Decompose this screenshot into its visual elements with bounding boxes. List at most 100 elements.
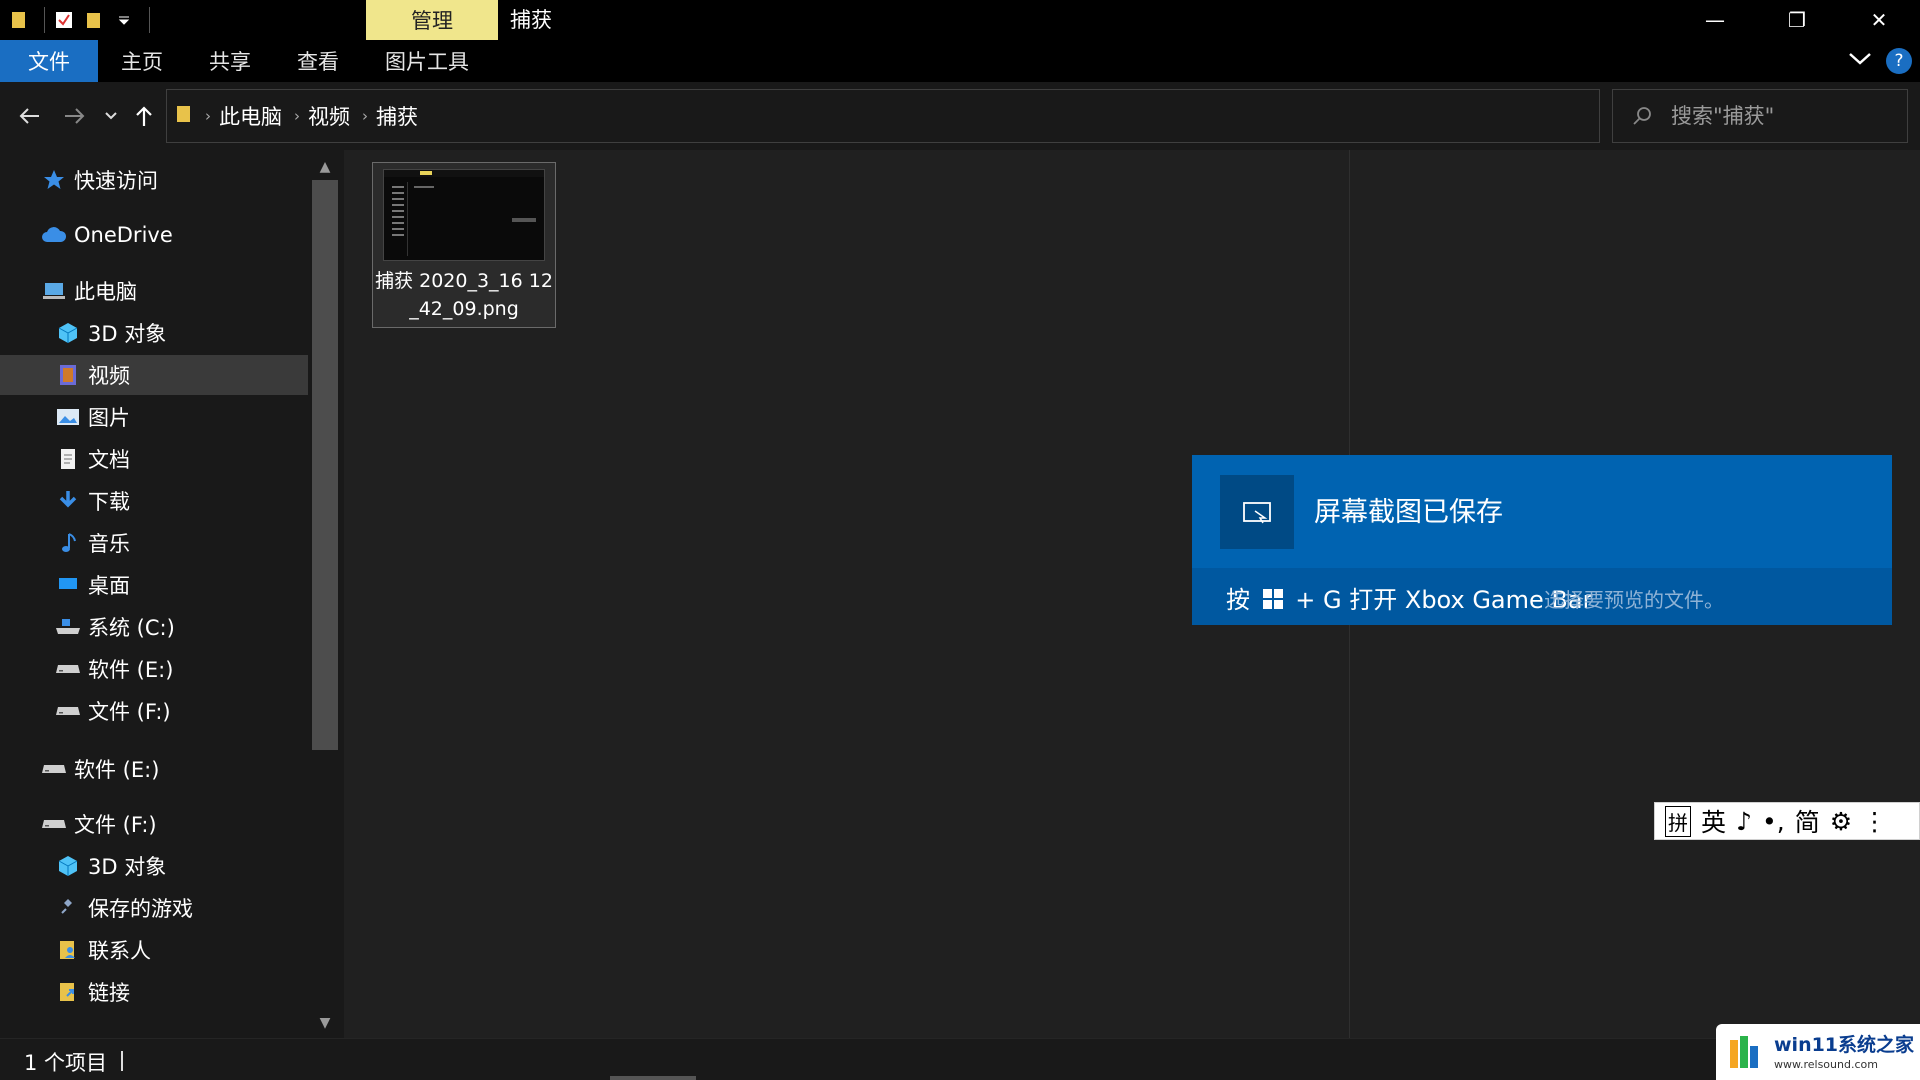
- search-box[interactable]: [1612, 89, 1908, 143]
- breadcrumb-capture[interactable]: 捕获: [376, 101, 418, 131]
- sidebar-item-label: 3D 对象: [88, 855, 167, 879]
- status-bar: 1 个项目: [0, 1038, 1920, 1080]
- sidebar-item[interactable]: 文件 (F:): [0, 804, 308, 844]
- sidebar-item[interactable]: 联系人: [0, 930, 308, 970]
- recent-locations-button[interactable]: [96, 82, 126, 150]
- drive-icon: [54, 697, 82, 725]
- sidebar-item[interactable]: 此电脑: [0, 271, 308, 311]
- ime-settings-icon[interactable]: ⚙: [1830, 807, 1852, 836]
- folder-icon: [175, 103, 193, 129]
- properties-icon[interactable]: [53, 9, 75, 31]
- breadcrumb-separator-icon[interactable]: ›: [294, 107, 300, 125]
- sidebar-item[interactable]: 文件 (F:): [0, 691, 308, 731]
- manage-tab[interactable]: 管理: [366, 0, 498, 40]
- ime-punctuation-button[interactable]: ♪: [1736, 807, 1752, 836]
- sidebar-item-label: 音乐: [88, 532, 130, 556]
- notification-hint: 按 + G 打开 Xbox Game Bar: [1226, 580, 1592, 615]
- nav-scrollbar-thumb[interactable]: [312, 180, 338, 750]
- cloud-icon: [40, 221, 68, 249]
- search-icon: [1613, 105, 1671, 127]
- sidebar-item[interactable]: 音乐: [0, 523, 308, 563]
- tab-file[interactable]: 文件: [0, 40, 98, 82]
- sidebar-item[interactable]: 桌面: [0, 565, 308, 605]
- ime-simplified-button[interactable]: 简: [1795, 803, 1820, 839]
- file-thumbnail: [383, 169, 545, 261]
- tab-share[interactable]: 共享: [186, 40, 274, 82]
- sidebar-item-label: 视频: [88, 364, 130, 388]
- sidebar-item-label: 桌面: [88, 574, 130, 598]
- sidebar-item-label: 3D 对象: [88, 322, 167, 346]
- quick-access-toolbar: [0, 0, 150, 40]
- cube-icon: [54, 319, 82, 347]
- file-item[interactable]: 捕获 2020_3_16 12_42_09.png: [372, 162, 556, 328]
- sidebar-item[interactable]: OneDrive: [0, 215, 308, 255]
- ime-pinyin-button[interactable]: 拼: [1665, 805, 1691, 837]
- music-icon: [54, 529, 82, 557]
- ime-english-button[interactable]: 英: [1701, 803, 1726, 839]
- links-icon: [54, 978, 82, 1006]
- forward-button[interactable]: [56, 82, 92, 150]
- sidebar-item[interactable]: 3D 对象: [0, 313, 308, 353]
- sidebar-item[interactable]: 视频: [0, 355, 308, 395]
- drive-icon: [40, 810, 68, 838]
- download-icon: [54, 487, 82, 515]
- saved-games-icon: [54, 894, 82, 922]
- breadcrumb-videos[interactable]: 视频: [308, 101, 350, 131]
- help-icon[interactable]: ?: [1886, 48, 1912, 74]
- breadcrumb-separator-icon: ›: [205, 107, 211, 125]
- ime-toolbar[interactable]: 拼 英 ♪ •, 简 ⚙ ⋮: [1654, 802, 1920, 840]
- sidebar-item[interactable]: 文档: [0, 439, 308, 479]
- toolbar-divider: [149, 7, 150, 33]
- ime-more-icon[interactable]: ⋮: [1862, 807, 1887, 836]
- sidebar-item[interactable]: 保存的游戏: [0, 888, 308, 928]
- window-controls: — ❐ ✕: [1674, 0, 1920, 40]
- back-button[interactable]: [12, 82, 48, 150]
- sidebar-item-label: 系统 (C:): [88, 616, 175, 640]
- sidebar-item[interactable]: 下载: [0, 481, 308, 521]
- screenshot-saved-notification[interactable]: 屏幕截图已保存 按 + G 打开 Xbox Game Bar 选择要预览的文件。: [1192, 455, 1892, 625]
- sidebar-item[interactable]: 系统 (C:): [0, 607, 308, 647]
- scroll-down-icon[interactable]: ▼: [312, 1010, 338, 1036]
- tab-picture-tools[interactable]: 图片工具: [362, 40, 492, 82]
- toolbar-divider: [44, 7, 45, 33]
- desktop-icon: [54, 571, 82, 599]
- sidebar-item-label: 快速访问: [74, 169, 158, 193]
- sidebar-item[interactable]: 软件 (E:): [0, 749, 308, 789]
- sidebar-item-label: 软件 (E:): [74, 758, 160, 782]
- chevron-down-icon[interactable]: [113, 9, 135, 31]
- sidebar-item-label: 文件 (F:): [88, 700, 171, 724]
- close-button[interactable]: ✕: [1838, 0, 1920, 40]
- sidebar-item[interactable]: 链接: [0, 972, 308, 1012]
- drive-icon: [54, 655, 82, 683]
- pictures-icon: [54, 403, 82, 431]
- sidebar-item-label: 链接: [88, 981, 130, 1005]
- sidebar-item-label: 下载: [88, 490, 130, 514]
- sidebar-item[interactable]: 软件 (E:): [0, 649, 308, 689]
- window-title: 捕获: [510, 8, 552, 32]
- notification-title: 屏幕截图已保存: [1314, 497, 1503, 528]
- sidebar-item-label: 保存的游戏: [88, 897, 193, 921]
- tab-home[interactable]: 主页: [98, 40, 186, 82]
- new-folder-icon[interactable]: [83, 9, 105, 31]
- expand-ribbon-icon[interactable]: [1848, 51, 1872, 71]
- sidebar-item[interactable]: 3D 对象: [0, 846, 308, 886]
- minimize-button[interactable]: —: [1674, 0, 1756, 40]
- sidebar-item-label: 文件 (F:): [74, 813, 157, 837]
- watermark: win11系统之家 www.relsound.com: [1716, 1024, 1920, 1080]
- sidebar-item-label: 软件 (E:): [88, 658, 174, 682]
- sidebar-item[interactable]: 图片: [0, 397, 308, 437]
- search-input[interactable]: [1671, 104, 1891, 128]
- restore-button[interactable]: ❐: [1756, 0, 1838, 40]
- video-icon: [54, 361, 82, 389]
- tab-view[interactable]: 查看: [274, 40, 362, 82]
- star-icon: [40, 166, 68, 194]
- breadcrumb-this-pc[interactable]: 此电脑: [219, 101, 282, 131]
- scroll-up-icon[interactable]: ▲: [312, 154, 338, 180]
- breadcrumb-separator-icon[interactable]: ›: [362, 107, 368, 125]
- horizontal-scrollbar-thumb[interactable]: [610, 1076, 696, 1080]
- up-button[interactable]: [128, 82, 160, 150]
- ime-halfwidth-button[interactable]: •,: [1762, 807, 1785, 836]
- address-bar[interactable]: › 此电脑 › 视频 › 捕获 ↻: [166, 89, 1752, 143]
- file-name: 捕获 2020_3_16 12_42_09.png: [375, 270, 553, 320]
- sidebar-item[interactable]: 快速访问: [0, 160, 308, 200]
